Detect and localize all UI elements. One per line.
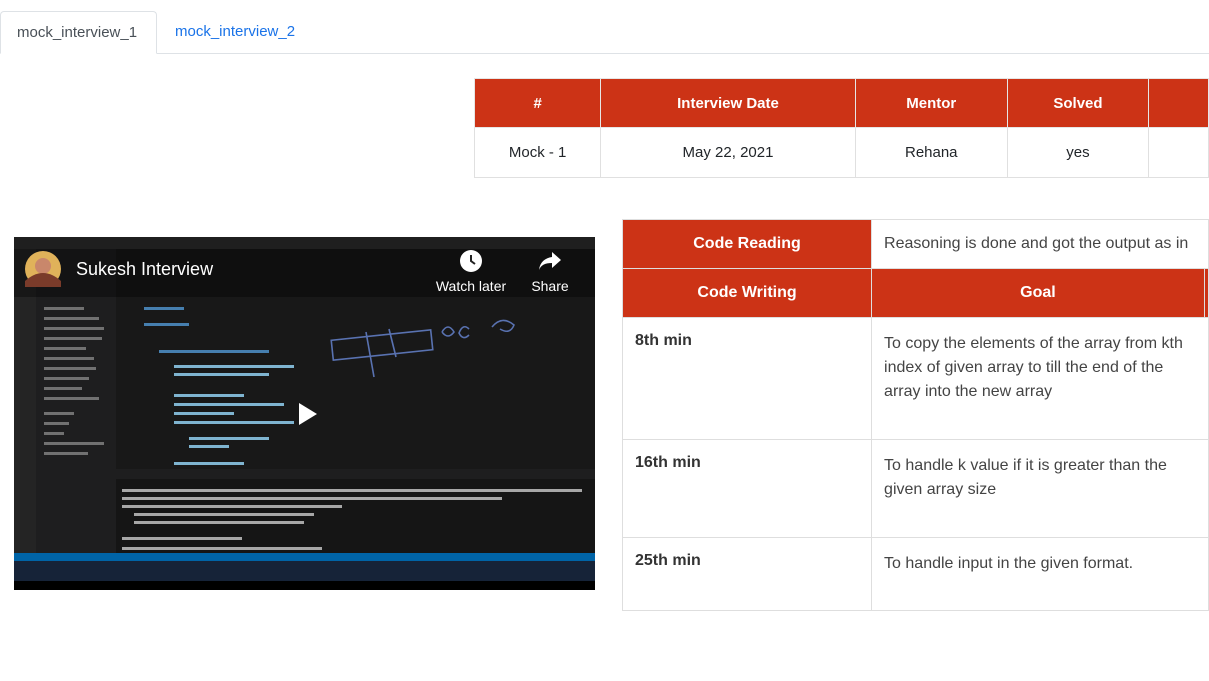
play-icon[interactable] bbox=[296, 401, 320, 427]
code-writing-header-row: Code Writing Goal bbox=[621, 268, 1209, 318]
table-row: 16th min To handle k value if it is grea… bbox=[621, 439, 1209, 538]
goal-header: Goal bbox=[871, 268, 1205, 318]
row-goal: To copy the elements of the array from k… bbox=[871, 317, 1209, 440]
table-row: Mock - 1 May 22, 2021 Rehana yes bbox=[473, 127, 1209, 178]
code-reading-label: Code Reading bbox=[621, 219, 873, 269]
video-player[interactable]: Sukesh Interview Watch later Share bbox=[14, 237, 595, 590]
col-header-interview-date: Interview Date bbox=[600, 78, 856, 128]
cell-mentor: Rehana bbox=[854, 127, 1008, 178]
tab-bar: mock_interview_1 mock_interview_2 bbox=[0, 11, 1209, 54]
clock-icon bbox=[460, 250, 482, 272]
share-label: Share bbox=[531, 278, 569, 294]
code-reading-value: Reasoning is done and got the output as … bbox=[871, 219, 1209, 269]
table-row: 25th min To handle input in the given fo… bbox=[621, 537, 1209, 611]
row-time: 25th min bbox=[621, 537, 873, 611]
row-time: 16th min bbox=[621, 439, 873, 538]
video-title[interactable]: Sukesh Interview bbox=[76, 259, 213, 280]
summary-header-row: # Interview Date Mentor Solved bbox=[473, 78, 1209, 128]
share-icon bbox=[539, 252, 561, 270]
watch-later-label: Watch later bbox=[435, 278, 507, 294]
tab-mock-interview-1[interactable]: mock_interview_1 bbox=[0, 11, 157, 54]
feedback-table: Code Reading Reasoning is done and got t… bbox=[621, 219, 1209, 611]
cell-extra bbox=[1148, 127, 1209, 178]
col-header-mentor: Mentor bbox=[854, 78, 1008, 128]
row-time: 8th min bbox=[621, 317, 873, 440]
row-goal: To handle input in the given format. bbox=[871, 537, 1209, 611]
table-row: 8th min To copy the elements of the arra… bbox=[621, 317, 1209, 440]
cell-date: May 22, 2021 bbox=[600, 127, 856, 178]
code-reading-row: Code Reading Reasoning is done and got t… bbox=[621, 219, 1209, 269]
row-goal: To handle k value if it is greater than … bbox=[871, 439, 1209, 538]
tab-mock-interview-2[interactable]: mock_interview_2 bbox=[159, 11, 311, 52]
summary-table: # Interview Date Mentor Solved Mock - 1 … bbox=[473, 78, 1209, 178]
code-writing-label: Code Writing bbox=[621, 268, 873, 318]
col-header-extra bbox=[1148, 78, 1209, 128]
cell-solved: yes bbox=[1006, 127, 1150, 178]
share-button[interactable]: Share bbox=[522, 249, 578, 294]
col-header-solved: Solved bbox=[1006, 78, 1150, 128]
col-header-number: # bbox=[473, 78, 602, 128]
watch-later-button[interactable]: Watch later bbox=[433, 249, 509, 294]
goal-header-extra bbox=[1203, 268, 1209, 318]
cell-mock: Mock - 1 bbox=[473, 127, 602, 178]
